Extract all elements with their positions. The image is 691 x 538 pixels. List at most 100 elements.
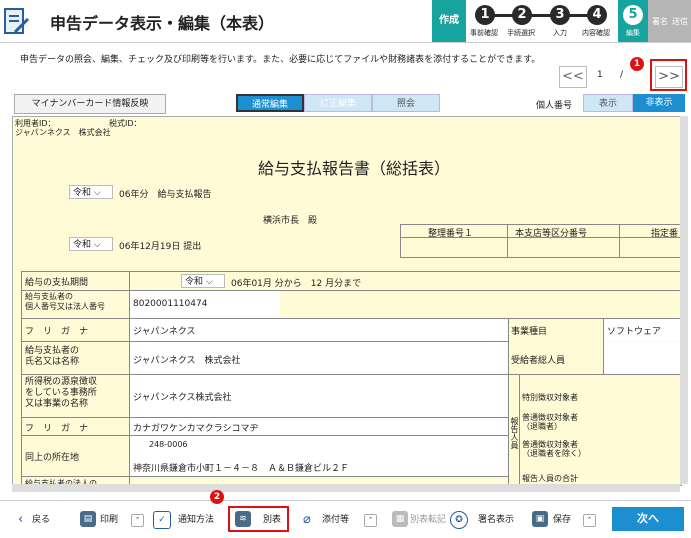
notice-method-button[interactable]: 通知方法 — [178, 510, 214, 530]
step-1-label: 事前確認 — [470, 29, 498, 37]
step-5-label: 編集 — [626, 29, 640, 37]
mode-correction-edit-button[interactable]: 訂正編集 — [304, 94, 372, 112]
print-menu-caret-icon[interactable]: ⌃ — [131, 514, 144, 527]
mode-normal-edit-button[interactable]: 通常編集 — [236, 94, 304, 112]
col-branch-label: 本支店等区分番号 — [515, 229, 588, 239]
furigana-value: ジャパンネクス — [133, 327, 196, 337]
step-4-number: 4 — [587, 5, 607, 25]
step-1-number: 1 — [475, 5, 495, 25]
save-menu-caret-icon[interactable]: ⌃ — [583, 514, 596, 527]
era-select-year[interactable]: 令和 ⌵ — [69, 185, 113, 199]
payer-name-value: ジャパンネクス 株式会社 — [133, 356, 241, 366]
era-select-year-value: 令和 — [73, 188, 92, 198]
furigana2-label: フ リ ガ ナ — [25, 424, 89, 434]
step-3-number: 3 — [550, 5, 570, 25]
paperclip-icon: ⌀ — [303, 512, 311, 527]
col-designated-label: 指定番 — [651, 229, 679, 239]
grid-line — [400, 224, 401, 257]
horizontal-scrollbar[interactable] — [12, 484, 680, 492]
business-type-label: 事業種目 — [511, 327, 548, 337]
tax-id-label: 税式ID： — [109, 119, 142, 128]
office-label: 所得税の源泉徴収 をしている事務所 又は事業の名称 — [25, 377, 98, 409]
total-people-field[interactable] — [604, 342, 681, 374]
vertical-scrollbar[interactable] — [680, 116, 688, 484]
grid-line — [21, 290, 681, 291]
company-top: ジャパンネクス 株式会社 — [15, 128, 111, 137]
business-type-value: ソフトウェア — [607, 327, 662, 337]
grid-line — [508, 318, 509, 485]
era-select-submit-value: 令和 — [73, 240, 92, 250]
step-2: 2 手続選択 — [507, 0, 537, 42]
grid-line — [400, 224, 681, 225]
step-create: 作成 — [432, 0, 466, 42]
personal-number-hide-button[interactable]: 非表示 — [633, 94, 685, 112]
attach-menu-caret-icon[interactable]: ⌃ — [364, 514, 377, 527]
step-3: 3 入力 — [545, 0, 575, 42]
back-chevron-icon: ‹ — [18, 512, 24, 527]
step-2-number: 2 — [512, 5, 532, 25]
highlight-box-appendix — [228, 506, 289, 532]
report-total-label: 報告人員の合計 — [522, 474, 578, 483]
col-seiri-label: 整理番号１ — [428, 229, 474, 239]
corp-no-label: 給与支払者の 個人番号又は法人番号 — [25, 292, 105, 311]
printer-icon: ▤ — [80, 511, 96, 527]
save-disk-icon: ▣ — [532, 511, 548, 527]
personal-number-show-button[interactable]: 表示 — [583, 94, 633, 112]
postal-code: 248-0006 — [149, 440, 188, 449]
era-select-period-value: 令和 — [185, 277, 204, 287]
appendix-transfer-button[interactable]: 別表転記 — [410, 510, 446, 530]
table-transfer-icon: ▦ — [392, 511, 408, 527]
grid-line — [21, 271, 681, 272]
payer-name-label: 給与支払者の 氏名又は名称 — [25, 346, 80, 367]
furigana2-value: カナガワケンカマクラシコマヂ — [133, 424, 259, 434]
grid-line — [21, 271, 22, 485]
period-label: 給与の支払期間 — [25, 278, 89, 288]
step-3-label: 入力 — [553, 29, 567, 37]
form-document: 利用者ID： 税式ID： ジャパンネクス 株式会社 給与支払報告書（総括表） 令… — [12, 116, 682, 486]
form-heading: 給与支払報告書（総括表） — [258, 159, 451, 178]
era-select-period[interactable]: 令和 ⌵ — [181, 274, 225, 288]
page-separator: / — [620, 70, 624, 80]
regular-retired-label: 普通徴収対象者 （退職者） — [522, 413, 578, 431]
step-4: 4 内容確認 — [582, 0, 612, 42]
step-1: 1 事前確認 — [470, 0, 500, 42]
print-button[interactable]: 印刷 — [100, 510, 118, 530]
step-4-label: 内容確認 — [582, 29, 610, 37]
total-people-label: 受給者総人員 — [511, 356, 566, 366]
highlight-box-next-page — [650, 59, 687, 91]
current-page: 1 — [597, 70, 603, 80]
page-title: 申告データ表示・編集（本表） — [50, 14, 275, 33]
checkbox-icon: ✓ — [153, 511, 171, 529]
regular-excluding-retired-label: 普通徴収対象者 （退職者を除く） — [522, 440, 586, 458]
step-sign-label: 署名 — [652, 17, 668, 26]
furigana-label: フ リ ガ ナ — [25, 327, 89, 337]
grid-line — [507, 224, 508, 257]
prev-page-button[interactable]: << — [559, 66, 587, 88]
step-send-label: 送信 — [672, 17, 688, 26]
report-people-vertical-label: 報告人員 — [510, 417, 519, 449]
era-select-submit[interactable]: 令和 ⌵ — [69, 237, 113, 251]
attach-button[interactable]: 添付等 — [322, 510, 349, 530]
grid-line — [21, 476, 508, 477]
step-5: 5 編集 — [618, 0, 648, 42]
mynumber-card-reflect-button[interactable]: マイナンバーカード情報反映 — [14, 94, 166, 114]
address-value: 神奈川県鎌倉市小町１－４－８ Ａ＆Ｂ鎌倉ビル２Ｆ — [133, 464, 350, 474]
mode-view-button[interactable]: 照会 — [372, 94, 440, 112]
address-label: 同上の所在地 — [25, 453, 80, 463]
page-description: 申告データの照会、編集、チェック及び印刷等を行います。また、必要に応じてファイル… — [20, 55, 541, 65]
seal-icon: ✪ — [450, 511, 468, 529]
annotation-badge-2: 2 — [210, 490, 224, 504]
step-indicator: 作成 1 事前確認 2 手続選択 3 入力 4 内容確認 5 編集 署名 送信 — [432, 0, 691, 42]
submit-date: 06年12月19日 提出 — [119, 242, 202, 252]
corp-no-value: 8020001110474 — [133, 299, 208, 309]
step-2-label: 手続選択 — [507, 29, 535, 37]
save-button[interactable]: 保存 — [553, 510, 571, 530]
next-button[interactable]: 次へ — [612, 507, 684, 531]
signer-display-button[interactable]: 署名表示 — [478, 510, 514, 530]
back-button[interactable]: 戻る — [32, 510, 50, 530]
period-value: 06年01月 分から 12 月分まで — [231, 279, 362, 289]
grid-line — [400, 257, 681, 258]
grid-line — [619, 224, 620, 257]
annotation-badge-1: 1 — [630, 57, 644, 71]
office-value: ジャパンネクス株式会社 — [133, 393, 232, 403]
